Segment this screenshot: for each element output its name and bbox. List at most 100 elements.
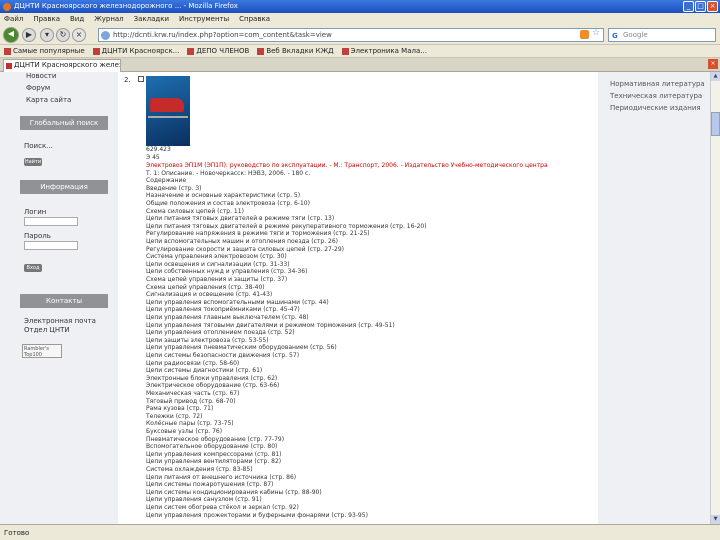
search-button[interactable]: Найти — [24, 158, 42, 166]
window-title: ДЦНТИ Красноярского железнодорожного ...… — [14, 2, 238, 10]
contents-line: Цепи систем обогрева стёкол и зеркал (ст… — [146, 504, 299, 511]
bookmark-item[interactable]: ДЦНТИ Красноярск... — [92, 45, 179, 57]
right-link[interactable]: Периодические издания — [610, 104, 701, 112]
contents-line: Цепи управления компрессорами (стр. 81) — [146, 450, 282, 458]
main-content: 2. 629.423 Э 45 Электровоз ЭП1М (ЭП1П): … — [120, 72, 598, 524]
dropdown-icon[interactable]: ▾ — [40, 28, 54, 42]
contents-line: Т. 1: Описание. - Новочеркасск: НЭВЗ, 20… — [146, 169, 311, 177]
contents-line: Цепи собственных нужд и управления (стр.… — [146, 268, 308, 276]
bookmark-icon — [92, 47, 100, 55]
menu-bar: Файл Правка Вид Журнал Закладки Инструме… — [0, 13, 720, 25]
contents-line: Цепи защиты электровоза (стр. 53-55) — [146, 336, 269, 344]
menu-file[interactable]: Файл — [4, 13, 23, 25]
globe-icon — [101, 31, 110, 40]
contents-line: Электрическое оборудование (стр. 63-66) — [146, 382, 280, 390]
menu-edit[interactable]: Правка — [33, 13, 60, 25]
scroll-up-icon[interactable]: ▲ — [711, 72, 720, 81]
contents-line: Регулирование напряжения в режиме тяги и… — [146, 230, 370, 238]
scroll-down-icon[interactable]: ▼ — [711, 515, 720, 524]
contents-line: Назначение и основные характеристики (ст… — [146, 192, 301, 200]
contents-line: Цепи управления пневматическим оборудова… — [146, 344, 337, 352]
url-text: http://dcnti.krw.ru/index.php?option=com… — [113, 31, 332, 39]
book-cover-image[interactable] — [146, 76, 190, 146]
search-input[interactable]: G Google — [608, 28, 716, 42]
title-bar: ДЦНТИ Красноярского железнодорожного ...… — [0, 0, 720, 13]
close-tab-icon[interactable]: × — [708, 59, 718, 69]
maximize-icon[interactable]: □ — [695, 1, 706, 12]
contents-line: Сигнализация и освещение (стр. 41-43) — [146, 291, 273, 299]
bookmark-label: Веб Вкладки КЖД — [266, 46, 334, 55]
select-checkbox[interactable] — [138, 76, 144, 82]
bookmark-icon — [341, 47, 349, 55]
contents-line: Схема цепей управления и защиты (стр. 37… — [146, 276, 288, 283]
contents-line: Цепи освещения и сигнализации (стр. 31-3… — [146, 260, 290, 268]
favicon-icon — [6, 63, 12, 69]
menu-bookmarks[interactable]: Закладки — [134, 13, 169, 25]
tab-title: ДЦНТИ Красноярского железнод... — [14, 61, 121, 69]
sidebar-link-forum[interactable]: Форум — [26, 84, 50, 92]
bookmark-item[interactable]: Самые популярные — [4, 45, 85, 57]
close-icon[interactable]: × — [707, 1, 718, 12]
contents-line: Цепи управления тяговыми двигателями и р… — [146, 321, 395, 329]
bookmark-item[interactable]: Электроника Мала... — [341, 45, 427, 57]
right-sidebar: Нормативная литература Техническая литер… — [598, 72, 710, 524]
contents-line: Вспомогательное оборудование (стр. 80) — [146, 443, 278, 451]
contents-line: Цепи управления санузлом (стр. 91) — [146, 496, 262, 504]
scroll-thumb[interactable] — [711, 112, 720, 136]
bookmark-item[interactable]: ДЕПО ЧЛЕНОВ — [187, 45, 249, 57]
contents-line: Цепи питания тяговых двигателей в режиме… — [146, 215, 335, 223]
forward-icon[interactable]: ▶ — [22, 28, 36, 42]
rss-icon[interactable] — [580, 30, 589, 39]
login-button[interactable]: Вход — [24, 264, 42, 272]
contents-line: Цепи управления вспомогательными машинам… — [146, 298, 329, 306]
bookmark-icon — [4, 47, 11, 55]
reload-icon[interactable]: ↻ — [56, 28, 70, 42]
login-field[interactable] — [24, 217, 78, 226]
bookmark-label: Электроника Мала... — [350, 46, 427, 55]
page-content: Новости Форум Карта сайта Глобальный пои… — [0, 72, 720, 524]
contents-line: Система управления электровозом (стр. 30… — [146, 253, 287, 261]
bookmark-item[interactable]: Веб Вкладки КЖД — [257, 45, 334, 57]
counter-badge[interactable]: Rambler's Top100 — [22, 344, 62, 358]
contents-line: Цепи питания от внешнего источника (стр.… — [146, 473, 297, 481]
menu-history[interactable]: Журнал — [94, 13, 123, 25]
right-link[interactable]: Нормативная литература — [610, 80, 705, 88]
search-heading: Глобальный поиск — [20, 116, 108, 130]
stop-icon[interactable]: × — [72, 28, 86, 42]
sidebar-link-news[interactable]: Новости — [26, 72, 56, 80]
vertical-scrollbar[interactable]: ▲ ▼ — [710, 72, 720, 524]
password-label: Пароль — [24, 232, 51, 240]
status-bar: Готово — [0, 524, 720, 540]
contents-line: Тяговый привод (стр. 68-70) — [146, 397, 236, 405]
contacts-line[interactable]: Электронная почта — [24, 317, 96, 325]
password-field[interactable] — [24, 241, 78, 250]
contents-line: Электронные блоки управления (стр. 62) — [146, 374, 278, 382]
contents-line: Цепи управления прожекторами и буферными… — [146, 511, 368, 519]
tab-bar: ДЦНТИ Красноярского железнод... × — [0, 58, 720, 72]
contents-line: Цепи управления главным выключателем (ст… — [146, 314, 309, 321]
info-heading: Информация — [20, 180, 108, 194]
menu-help[interactable]: Справка — [239, 13, 270, 25]
sidebar-link-sitemap[interactable]: Карта сайта — [26, 96, 71, 104]
contents-line: Пневматическое оборудование (стр. 77-79) — [146, 435, 285, 443]
back-icon[interactable]: ◀ — [3, 27, 19, 43]
result-number: 2. — [124, 76, 131, 84]
contents-line: Колёсные пары (стр. 73-75) — [146, 420, 234, 428]
tab-active[interactable]: ДЦНТИ Красноярского железнод... — [3, 59, 121, 72]
star-icon[interactable]: ☆ — [592, 28, 600, 38]
minimize-icon[interactable]: _ — [683, 1, 694, 12]
google-icon: G — [612, 32, 618, 40]
contacts-heading: Контакты — [20, 294, 108, 308]
contents-line: Цепи управления вентиляторами (стр. 82) — [146, 458, 282, 466]
url-input[interactable]: http://dcnti.krw.ru/index.php?option=com… — [98, 28, 604, 42]
contents-line: Содержание — [146, 177, 187, 185]
contents-line: Цепи управления токоприёмниками (стр. 45… — [146, 306, 300, 314]
contents-line: Цепи системы пожаротушения (стр. 87) — [146, 481, 274, 489]
menu-view[interactable]: Вид — [70, 13, 84, 25]
right-link[interactable]: Техническая литература — [610, 92, 702, 100]
menu-tools[interactable]: Инструменты — [179, 13, 229, 25]
contents-line: Схема цепей управления (стр. 38-40) — [146, 283, 265, 291]
contents-line: Цепи питания тяговых двигателей в режиме… — [146, 222, 427, 230]
locomotive-shape — [150, 98, 184, 112]
contents-line: Система охлаждения (стр. 83-85) — [146, 466, 253, 473]
